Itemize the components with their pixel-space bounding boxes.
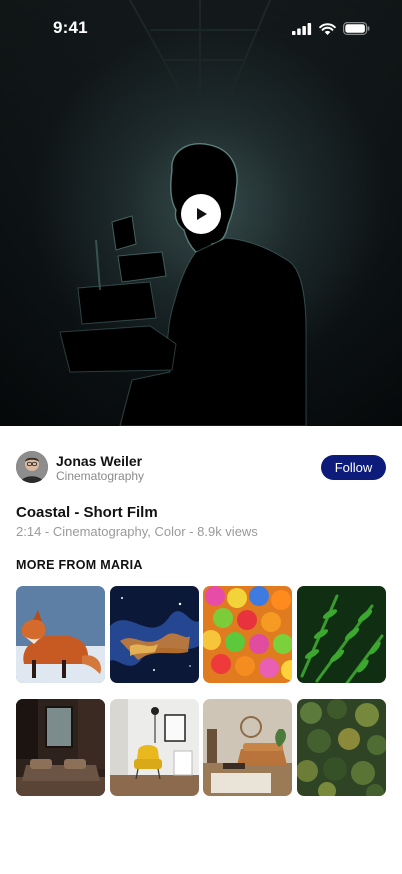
status-time: 9:41 [53, 18, 88, 37]
battery-icon [343, 22, 370, 35]
red-fox-thumbnail[interactable] [16, 586, 105, 683]
aerial-forest-thumbnail[interactable] [296, 699, 386, 796]
wifi-icon [319, 22, 336, 35]
follow-button[interactable]: Follow [321, 455, 386, 480]
more-section-title: MORE FROM MARIA [16, 558, 143, 572]
play-button[interactable] [181, 194, 221, 234]
author-name[interactable]: Jonas Weiler [56, 453, 142, 469]
author-role: Cinematography [56, 469, 145, 483]
video-meta: 2:14 - Cinematography, Color - 8.9k view… [16, 524, 258, 539]
fern-leaves-thumbnail[interactable] [296, 586, 386, 683]
cozy-living-room-thumbnail[interactable] [203, 699, 292, 796]
cellular-signal-icon [292, 22, 312, 35]
nebula-thumbnail[interactable] [109, 586, 199, 683]
play-icon [197, 208, 207, 220]
video-player[interactable]: 9:41 [0, 0, 402, 426]
avatar[interactable] [16, 451, 48, 483]
yellow-chair-room-thumbnail[interactable] [109, 699, 199, 796]
dark-living-room-thumbnail[interactable] [16, 699, 105, 796]
author-row: Jonas Weiler Cinematography Follow [16, 450, 386, 484]
colorful-balls-thumbnail[interactable] [203, 586, 292, 683]
video-title: Coastal - Short Film [16, 504, 158, 521]
status-bar: 9:41 [0, 0, 402, 56]
